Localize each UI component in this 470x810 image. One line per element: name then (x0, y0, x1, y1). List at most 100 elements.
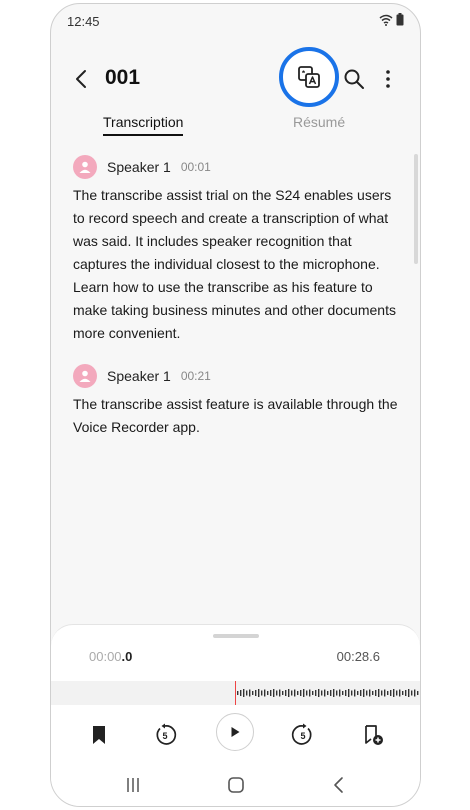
tab-transcription[interactable]: Transcription (103, 114, 184, 136)
waveform-bar (408, 689, 410, 697)
transcript-entry: Speaker 1 00:01 The transcribe assist tr… (73, 154, 398, 345)
waveform-bar (351, 690, 353, 696)
waveform-bar (315, 690, 317, 696)
rewind-button[interactable]: 5 (153, 723, 177, 747)
waveform-bar (354, 689, 356, 697)
phone-frame: 12:45 001 Transcription Résumé Speaker 1… (50, 3, 421, 807)
status-bar: 12:45 (51, 4, 420, 38)
waveform-bar (327, 691, 329, 695)
play-button[interactable] (216, 713, 254, 751)
add-bookmark-icon (365, 725, 383, 745)
waveform-bar (363, 689, 365, 697)
tab-resume[interactable]: Résumé (293, 114, 345, 130)
back-nav-icon[interactable] (329, 775, 349, 795)
rewind-5-icon: 5 (156, 723, 177, 745)
forward-5-icon: 5 (291, 723, 312, 745)
bookmark-button[interactable] (87, 723, 111, 747)
drag-handle[interactable] (213, 634, 259, 638)
waveform-bar (294, 689, 296, 697)
wifi-icon (379, 14, 393, 26)
speaker-timestamp[interactable]: 00:21 (181, 369, 211, 383)
forward-button[interactable]: 5 (291, 723, 315, 747)
waveform-bar (336, 690, 338, 696)
waveform-bar (381, 690, 383, 696)
speaker-name: Speaker 1 (107, 159, 171, 175)
waveform-bar (237, 691, 239, 695)
waveform-bar (264, 689, 266, 697)
tab-bar: Transcription Résumé (51, 114, 420, 144)
waveform-bar (246, 690, 248, 696)
app-bar: 001 (51, 47, 420, 107)
status-icons (379, 13, 404, 26)
waveform-bar (258, 689, 260, 697)
waveform-bar (339, 689, 341, 697)
svg-text:5: 5 (162, 731, 167, 741)
waveform-bar (357, 691, 359, 695)
translate-icon (298, 66, 320, 88)
waveform-bar (372, 691, 374, 695)
waveform-bar (291, 690, 293, 696)
waveform-bar (300, 690, 302, 696)
waveform-bar (390, 690, 392, 696)
waveform-bar (249, 689, 251, 697)
waveform-bar (333, 689, 335, 697)
waveform-bar (318, 689, 320, 697)
waveform-bar (405, 690, 407, 696)
system-nav-bar (51, 775, 420, 805)
waveform-bar (375, 690, 377, 696)
recents-icon[interactable] (123, 775, 143, 795)
waveform-bar (252, 691, 254, 695)
waveform-bar (255, 690, 257, 696)
more-vert-icon[interactable] (381, 68, 395, 90)
waveform-bar (297, 691, 299, 695)
transcript-text: The transcribe assist feature is availab… (73, 396, 398, 435)
waveform-bar (348, 689, 350, 697)
waveform-bar (312, 691, 314, 695)
play-icon (231, 727, 240, 737)
waveform-bar (288, 689, 290, 697)
waveform-bar (366, 690, 368, 696)
waveform-bar (399, 689, 401, 697)
waveform-bar (282, 691, 284, 695)
current-time-fraction: .0 (121, 649, 133, 664)
waveform-bar (303, 689, 305, 697)
page-title: 001 (105, 66, 141, 89)
translate-button[interactable] (279, 47, 339, 107)
waveform-bar (402, 691, 404, 695)
waveform-bar (240, 690, 242, 696)
add-bookmark-button[interactable] (361, 723, 385, 747)
search-icon[interactable] (343, 68, 365, 90)
waveform-bar (270, 690, 272, 696)
waveform-bar (267, 691, 269, 695)
transcript-text: The transcribe assist trial on the S24 e… (73, 187, 396, 341)
waveform-bar (414, 689, 416, 697)
waveform-bar (273, 689, 275, 697)
waveform-bar (384, 689, 386, 697)
speaker-timestamp[interactable]: 00:01 (181, 160, 211, 174)
svg-text:5: 5 (300, 731, 305, 741)
waveform-bar (378, 689, 380, 697)
playback-controls: 5 5 (51, 713, 420, 757)
waveform-bar (276, 690, 278, 696)
waveform-bar (387, 691, 389, 695)
speaker-row: Speaker 1 00:01 (73, 154, 398, 180)
home-icon[interactable] (226, 775, 246, 795)
total-time: 00:28.6 (336, 649, 380, 664)
waveform-bar (411, 690, 413, 696)
person-icon (79, 161, 91, 173)
avatar (73, 364, 97, 388)
waveform-bar (309, 689, 311, 697)
waveform-bar (321, 690, 323, 696)
waveform-bar (345, 690, 347, 696)
waveform-bar (324, 689, 326, 697)
scrollbar[interactable] (414, 154, 418, 264)
waveform-bar (330, 690, 332, 696)
transcript-entry: Speaker 1 00:21 The transcribe assist fe… (73, 363, 398, 439)
status-time: 12:45 (67, 14, 100, 29)
waveform-bar (261, 690, 263, 696)
back-arrow-icon[interactable] (71, 68, 93, 90)
playhead[interactable] (235, 681, 236, 705)
player-panel: 00:00.0 00:28.6 5 5 (51, 624, 420, 806)
battery-icon (396, 13, 404, 26)
waveform-bar (279, 689, 281, 697)
